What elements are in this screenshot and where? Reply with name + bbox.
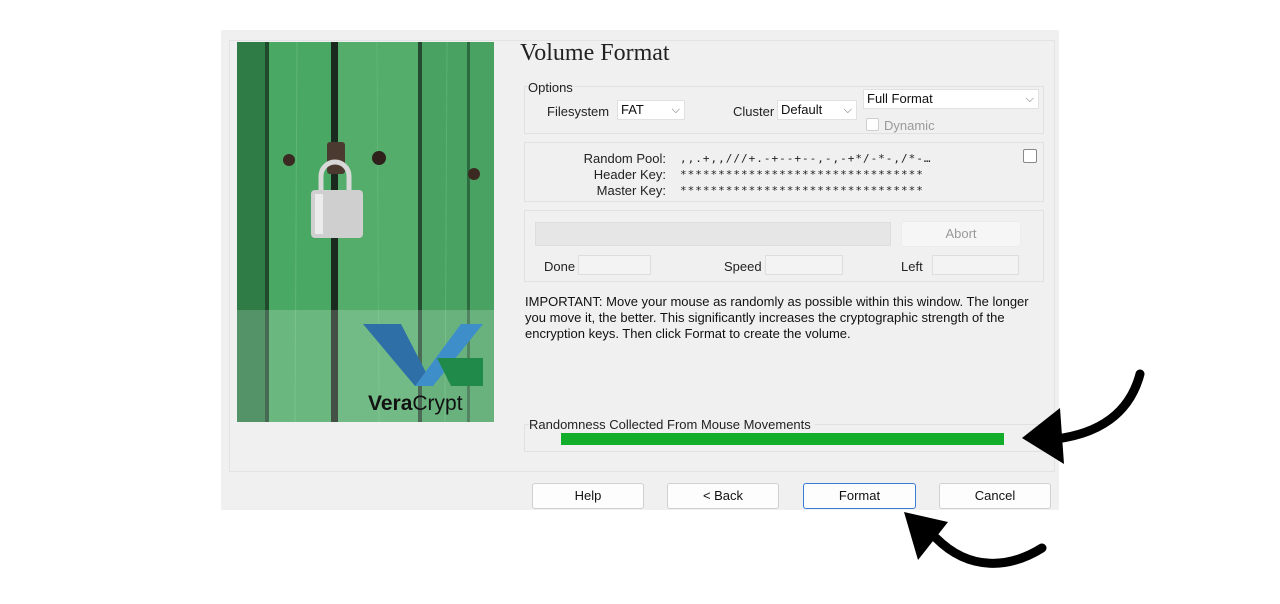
dynamic-checkbox[interactable] xyxy=(866,118,879,131)
logo-text-crypt: Crypt xyxy=(412,392,463,415)
header-key-label: Header Key: xyxy=(593,167,666,182)
chevron-down-icon: ⌵ xyxy=(1025,93,1034,105)
arrow-to-randomness-icon xyxy=(1022,369,1145,464)
filesystem-label: Filesystem xyxy=(547,104,610,119)
veracrypt-window: VeraCrypt Volume Format Options Filesyst… xyxy=(221,30,1059,510)
header-key-value: ******************************** xyxy=(680,168,924,181)
filesystem-select[interactable]: FAT ⌵ xyxy=(617,100,685,120)
done-field xyxy=(578,255,651,275)
random-pool-label: Random Pool: xyxy=(583,151,666,166)
back-button[interactable]: < Back xyxy=(667,483,779,509)
randomness-bar-track xyxy=(561,433,1004,445)
master-key-label: Master Key: xyxy=(596,183,666,198)
chevron-down-icon: ⌵ xyxy=(671,104,680,116)
left-label: Left xyxy=(901,259,923,274)
speed-label: Speed xyxy=(724,259,762,274)
format-mode-value: Full Format xyxy=(867,91,933,106)
important-info-text: IMPORTANT: Move your mouse as randomly a… xyxy=(525,294,1029,341)
time-left-field xyxy=(932,255,1019,275)
padlock-door-illustration xyxy=(237,42,494,422)
chevron-down-icon: ⌵ xyxy=(843,104,852,116)
veracrypt-logo-text: VeraCrypt xyxy=(368,392,463,416)
randomness-bar-fill xyxy=(561,433,1004,445)
page-title: Volume Format xyxy=(520,40,670,66)
help-button[interactable]: Help xyxy=(532,483,644,509)
randomness-label: Randomness Collected From Mouse Movement… xyxy=(529,417,815,432)
show-pool-checkbox[interactable] xyxy=(1023,149,1037,163)
speed-field xyxy=(765,255,843,275)
options-label: Options xyxy=(528,80,573,95)
format-button[interactable]: Format xyxy=(803,483,916,509)
format-mode-select[interactable]: Full Format ⌵ xyxy=(863,89,1039,109)
cluster-value: Default xyxy=(781,102,823,117)
cluster-select[interactable]: Default ⌵ xyxy=(777,100,857,120)
format-progress-bar xyxy=(535,222,891,246)
logo-text-vera: Vera xyxy=(368,392,413,415)
arrow-to-format-button-icon xyxy=(904,512,1047,568)
random-pool-value: ,,.+,,///+.-+--+--,-,-+*/-*-,/*-… xyxy=(680,152,932,165)
abort-button[interactable]: Abort xyxy=(901,221,1021,247)
dynamic-label: Dynamic xyxy=(884,118,935,133)
done-label: Done xyxy=(544,259,576,274)
master-key-value: ******************************** xyxy=(680,184,924,197)
cancel-button[interactable]: Cancel xyxy=(939,483,1051,509)
veracrypt-side-image: VeraCrypt xyxy=(237,42,494,422)
cluster-label: Cluster xyxy=(733,104,775,119)
filesystem-value: FAT xyxy=(621,102,644,117)
